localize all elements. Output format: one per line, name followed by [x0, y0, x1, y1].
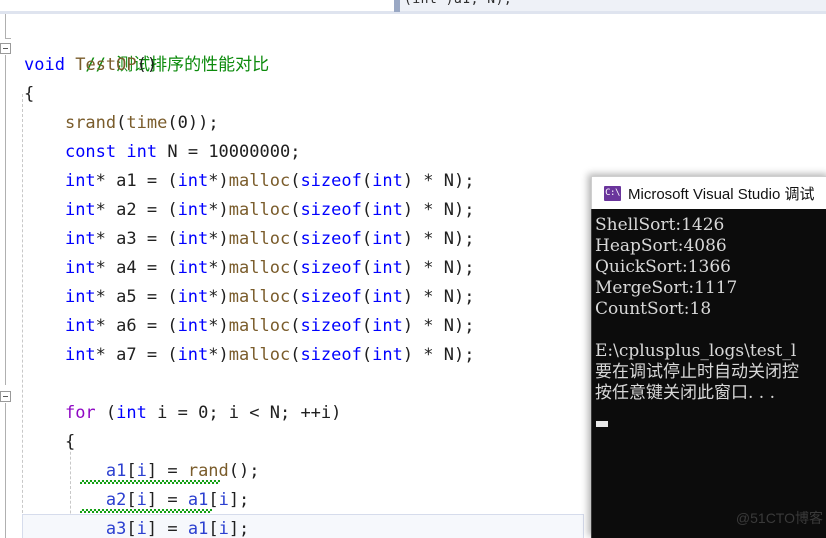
error-squiggle-a1	[80, 480, 220, 484]
fold-line-comment	[5, 14, 6, 38]
collapse-function-icon[interactable]	[0, 43, 11, 54]
console-line-heapsort: HeapSort:4086	[595, 236, 727, 256]
console-title-bar[interactable]: C:\ Microsoft Visual Studio 调试	[591, 176, 826, 209]
console-line-mergesort: MergeSort:1117	[595, 278, 738, 298]
code-line-malloc-a2: int* a2 = (int*)malloc(sizeof(int) * N);	[64, 200, 475, 220]
screenshot-root: (int*)a1, N); // 测试排序的性能对比 void TestOP()…	[0, 0, 826, 538]
code-line-comment: // 测试排序的性能对比	[24, 22, 269, 75]
console-line-countsort: CountSort:18	[595, 299, 712, 319]
indent-guide-level-1	[22, 94, 23, 538]
error-squiggle-a2	[80, 509, 212, 513]
debug-console-window[interactable]: C:\ Microsoft Visual Studio 调试 ShellSort…	[591, 176, 826, 538]
console-caret	[596, 421, 608, 427]
fold-bracket-comment	[5, 38, 11, 39]
code-line-open-brace-function: {	[24, 84, 35, 104]
editor-tab-strip: (int*)a1, N);	[0, 0, 826, 14]
code-line-function-signature: void TestOP()	[24, 55, 158, 75]
code-line-malloc-a4: int* a4 = (int*)malloc(sizeof(int) * N);	[64, 258, 475, 278]
code-line-malloc-a7: int* a7 = (int*)malloc(sizeof(int) * N);	[64, 345, 475, 365]
code-line-srand: srand(time(0));	[64, 113, 219, 133]
code-line-malloc-a6: int* a6 = (int*)malloc(sizeof(int) * N);	[64, 316, 475, 336]
code-line-for-loop: for (int i = 0; i < N; ++i)	[64, 403, 342, 423]
console-line-quicksort: QuickSort:1366	[595, 257, 731, 277]
code-line-assign-a3: a3[i] = a1[i];	[105, 519, 250, 538]
console-line-autoclose-hint: 要在调试停止时自动关闭控	[595, 362, 799, 382]
fold-line-function	[5, 55, 6, 385]
fold-line-for-loop	[5, 403, 6, 538]
code-line-malloc-a1: int* a1 = (int*)malloc(sizeof(int) * N);	[64, 171, 475, 191]
watermark-text: @51CTO博客	[735, 510, 823, 526]
console-window-icon: C:\	[604, 186, 621, 201]
console-line-shellsort: ShellSort:1426	[595, 215, 725, 235]
outlining-gutter[interactable]	[0, 14, 22, 538]
tab-clipped-text: (int*)a1, N);	[404, 0, 512, 7]
code-line-open-brace-for: {	[64, 432, 76, 452]
console-line-exe-path: E:\cplusplus_logs\test_l	[595, 341, 797, 361]
code-line-malloc-a3: int* a3 = (int*)malloc(sizeof(int) * N);	[64, 229, 475, 249]
console-output-area[interactable]: ShellSort:1426 HeapSort:4086 QuickSort:1…	[591, 209, 826, 538]
tab-active-marker[interactable]	[394, 0, 400, 12]
console-title-text: Microsoft Visual Studio 调试	[628, 186, 815, 203]
code-line-malloc-a5: int* a5 = (int*)malloc(sizeof(int) * N);	[64, 287, 475, 307]
console-line-press-key: 按任意键关闭此窗口. . .	[595, 383, 776, 403]
collapse-for-loop-icon[interactable]	[0, 391, 11, 402]
code-line-const-n: const int N = 10000000;	[64, 142, 301, 162]
